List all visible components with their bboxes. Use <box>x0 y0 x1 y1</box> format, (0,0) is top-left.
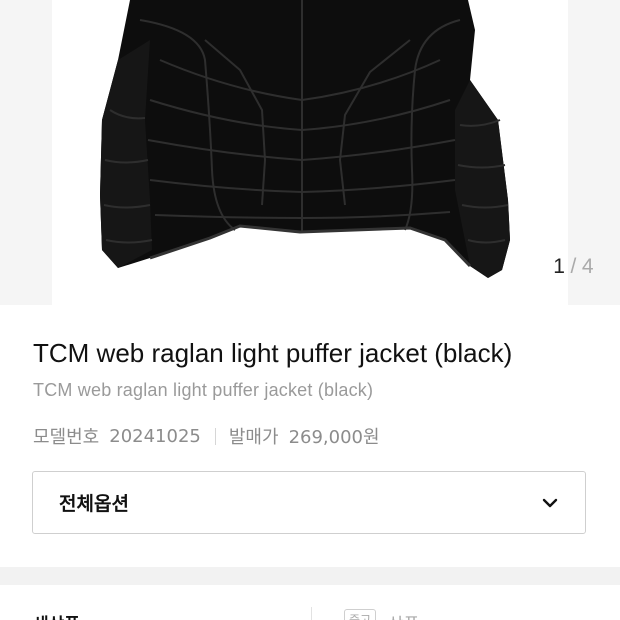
meta-divider <box>214 427 216 445</box>
product-image[interactable] <box>52 0 568 305</box>
used-badge: 중고 <box>344 609 377 620</box>
product-meta: 모델번호 20241025 발매가 269,000원 <box>33 423 380 449</box>
option-select[interactable]: 전체옵션 <box>32 471 586 534</box>
pager-separator: / <box>570 255 577 278</box>
model-number-value: 20241025 <box>109 425 201 447</box>
product-image-gallery[interactable]: 1/4 <box>0 0 620 305</box>
condition-tabs: 새상품 중고 상품 <box>0 585 620 620</box>
product-title: TCM web raglan light puffer jacket (blac… <box>33 338 513 368</box>
condition-tab-new[interactable]: 새상품 <box>33 610 80 620</box>
option-select-label: 전체옵션 <box>59 493 129 515</box>
pager-current: 1 <box>553 255 566 278</box>
section-divider <box>0 567 620 585</box>
model-number-label: 모델번호 <box>33 427 100 448</box>
pager-total: 4 <box>581 255 594 278</box>
image-pager: 1/4 <box>553 255 594 279</box>
condition-divider <box>311 607 312 620</box>
condition-tab-used[interactable]: 상품 <box>388 610 419 620</box>
black-puffer-jacket-photo <box>100 0 510 278</box>
release-price-value: 269,000원 <box>288 427 380 448</box>
chevron-down-icon <box>542 498 558 507</box>
release-price-label: 발매가 <box>228 427 279 448</box>
product-subtitle: TCM web raglan light puffer jacket (blac… <box>33 380 374 400</box>
